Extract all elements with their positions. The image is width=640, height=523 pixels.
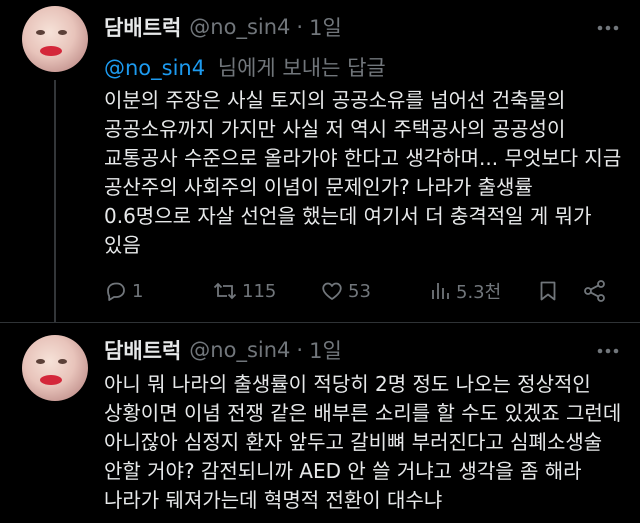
display-name[interactable]: 담배트럭 — [104, 335, 181, 365]
thread-line — [54, 80, 56, 322]
tweet-text: 이분의 주장은 사실 토지의 공공소유를 넘어선 건축물의 공공소유까지 가지만… — [104, 86, 624, 260]
tweet-text: 아니 뭐 나라의 출생률이 적당히 2명 정도 나오는 정상적인 상황이면 이념… — [104, 370, 624, 515]
reply-icon — [107, 282, 125, 301]
more-icon[interactable] — [594, 14, 622, 42]
text-line: 공공소유까지 가지만 사실 저 역시 주택공사의 공공성이 — [104, 117, 566, 141]
text-line: 나라가 뒈져가는데 혁명적 전환이 대수냐 — [104, 488, 443, 512]
view-count: 5.3천 — [456, 282, 502, 303]
reply-button[interactable]: 1 — [104, 276, 143, 306]
bookmark-button[interactable] — [536, 276, 560, 306]
text-line: 0.6명으로 자살 선언을 했는데 여기서 더 충격적일 게 뭐가 — [104, 204, 592, 228]
retweet-button[interactable]: 115 — [212, 276, 276, 306]
separator: · — [296, 15, 304, 39]
views-icon — [432, 283, 449, 299]
share-button[interactable] — [582, 276, 608, 306]
text-line: 교통공사 수준으로 올라가야 한다고 생각하며... 무엇보다 지금 — [104, 146, 622, 170]
action-bar: 1 115 53 5.3천 — [104, 276, 616, 306]
more-icon[interactable] — [594, 337, 622, 365]
tweet-header: 담배트럭 @no_sin4 · 1일 — [104, 335, 342, 365]
separator: · — [296, 338, 304, 362]
tweet-2[interactable]: 담배트럭 @no_sin4 · 1일 아니 뭐 나라의 출생률이 적당히 2명 … — [0, 323, 640, 523]
tweet-1[interactable]: 담배트럭 @no_sin4 · 1일 @no_sin4 님에게 보내는 답글 이… — [0, 0, 640, 322]
timestamp[interactable]: 1일 — [309, 335, 342, 365]
like-count: 53 — [348, 280, 371, 302]
text-line: 공산주의 사회주의 이념이 문제인가? 나라가 출생률 — [104, 175, 533, 199]
handle[interactable]: @no_sin4 — [189, 15, 290, 39]
like-icon — [322, 282, 342, 300]
text-line: 이분의 주장은 사실 토지의 공공소유를 넘어선 건축물의 — [104, 88, 566, 112]
views-button[interactable]: 5.3천 — [428, 276, 501, 306]
text-line: 아니 뭐 나라의 출생률이 적당히 2명 정도 나오는 정상적인 — [104, 372, 591, 396]
bookmark-icon — [540, 281, 556, 301]
tweet-header: 담배트럭 @no_sin4 · 1일 — [104, 12, 342, 42]
text-line: 아니잖아 심정지 환자 앞두고 갈비뼈 부러진다고 심폐소생술 — [104, 430, 603, 454]
reply-label: 님에게 보내는 답글 — [217, 56, 386, 80]
avatar[interactable] — [22, 6, 88, 72]
text-line: 안할 거야? 감전되니까 AED 안 쓸 거냐고 생각을 좀 해라 — [104, 459, 582, 483]
like-button[interactable]: 53 — [320, 276, 371, 306]
mention-link[interactable]: @no_sin4 — [104, 56, 205, 80]
avatar[interactable] — [22, 335, 88, 401]
share-icon — [584, 280, 605, 302]
handle[interactable]: @no_sin4 — [189, 338, 290, 362]
retweet-icon — [213, 282, 237, 300]
display-name[interactable]: 담배트럭 — [104, 12, 181, 42]
retweet-count: 115 — [242, 280, 277, 302]
reply-count: 1 — [132, 280, 144, 302]
timestamp[interactable]: 1일 — [309, 12, 342, 42]
reply-context: @no_sin4 님에게 보내는 답글 — [104, 52, 386, 82]
text-line: 상황이면 이념 전쟁 같은 배부른 소리를 할 수도 있겠죠 그런데 — [104, 401, 622, 425]
text-line: 있음 — [104, 233, 141, 257]
